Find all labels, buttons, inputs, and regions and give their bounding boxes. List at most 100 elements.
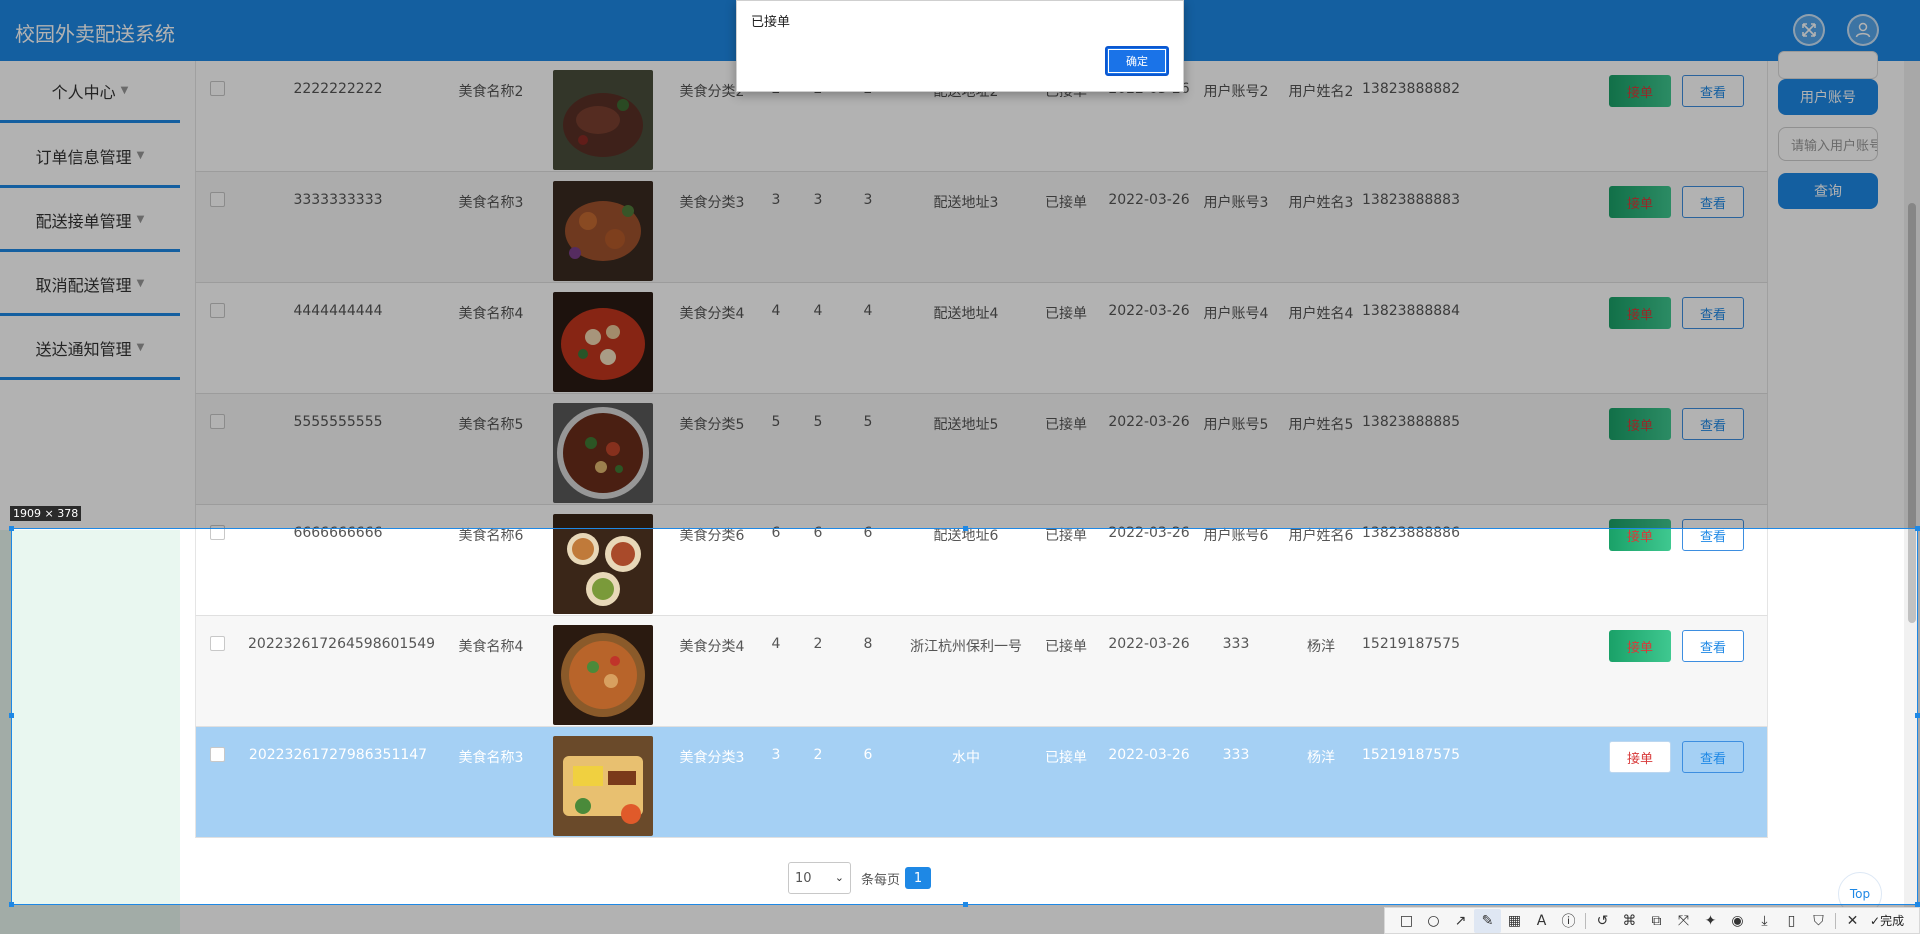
food-image [553, 403, 653, 503]
number-icon[interactable]: ⓘ [1555, 909, 1582, 933]
user-avatar-button[interactable] [1847, 14, 1879, 46]
cell-total: 5 [863, 414, 873, 430]
row-checkbox[interactable] [210, 192, 225, 207]
user-account-input[interactable]: 请输入用户账号 [1778, 127, 1878, 161]
cell-price: 6 [813, 525, 823, 541]
check-icon: ✓ [1870, 913, 1881, 928]
accept-button[interactable]: 接单 [1609, 741, 1671, 773]
sidebar-item-delivery-accept[interactable]: 配送接单管理 ▼ [0, 190, 180, 252]
sidebar-item-order-info[interactable]: 订单信息管理 ▼ [0, 126, 180, 188]
cell-address: 配送地址3 [933, 195, 999, 211]
fullscreen-button[interactable] [1793, 14, 1825, 46]
resize-handle[interactable] [963, 526, 968, 531]
close-icon[interactable]: ✕ [1839, 909, 1866, 933]
sidebar-item-label: 送达通知管理 [35, 339, 132, 359]
pen-icon[interactable]: ✎ [1474, 908, 1501, 933]
cell-food-name: 美食名称3 [458, 750, 524, 766]
circle-icon[interactable]: ○ [1420, 909, 1447, 933]
row-checkbox[interactable] [210, 747, 225, 762]
selection-size-label: 1909 × 378 [10, 506, 82, 521]
rectangle-icon[interactable]: □ [1393, 909, 1420, 933]
cell-account: 用户账号2 [1203, 84, 1269, 100]
view-button[interactable]: 查看 [1682, 186, 1744, 218]
download-icon[interactable]: ⤓ [1751, 909, 1778, 933]
cell-price: 5 [813, 414, 823, 430]
accept-button[interactable]: 接单 [1609, 519, 1671, 551]
bookmark-icon[interactable]: ⛉ [1805, 909, 1832, 933]
view-button[interactable]: 查看 [1682, 297, 1744, 329]
table-row[interactable]: 4444444444 美食名称4 美食分类4 4 4 4 配送地址4 已接单 2… [195, 283, 1768, 394]
sidebar-item-cancel-delivery[interactable]: 取消配送管理 ▼ [0, 254, 180, 316]
save-icon[interactable]: ▯ [1778, 909, 1805, 933]
cell-quantity: 6 [771, 525, 781, 541]
accept-button[interactable]: 接单 [1609, 186, 1671, 218]
record-icon[interactable]: ◉ [1724, 909, 1751, 933]
ok-button[interactable]: 确定 [1105, 46, 1169, 76]
cell-price: 2 [813, 747, 823, 763]
chevron-down-icon: ⌄ [834, 871, 844, 884]
accept-button[interactable]: 接单 [1609, 297, 1671, 329]
cell-phone: 13823888886 [1362, 525, 1460, 541]
view-button[interactable]: 查看 [1682, 75, 1744, 107]
resize-handle[interactable] [1915, 526, 1920, 531]
cell-order-no: 3333333333 [293, 192, 383, 208]
query-button[interactable]: 查询 [1778, 173, 1878, 209]
table-row-selected[interactable]: 20223261727986351147 美食名称3 美食分类3 3 2 6 水… [195, 727, 1768, 838]
table-row[interactable]: 5555555555 美食名称5 美食分类5 5 5 5 配送地址5 已接单 2… [195, 394, 1768, 505]
table-row[interactable]: 6666666666 美食名称6 美食分类6 6 6 6 配送地址6 已接单 2… [195, 505, 1768, 616]
accept-button[interactable]: 接单 [1609, 630, 1671, 662]
cell-account: 用户账号6 [1203, 528, 1269, 544]
row-checkbox[interactable] [210, 303, 225, 318]
cell-user-name: 杨洋 [1307, 750, 1335, 766]
resize-handle[interactable] [9, 526, 14, 531]
cell-order-no: 2222222222 [293, 81, 383, 97]
view-button[interactable]: 查看 [1682, 741, 1744, 773]
row-checkbox[interactable] [210, 414, 225, 429]
table-row[interactable]: 202232617264598601549 美食名称4 美食分类4 4 2 8 … [195, 616, 1768, 727]
long-screenshot-icon[interactable]: ⤧ [1670, 909, 1697, 933]
accept-button[interactable]: 接单 [1609, 75, 1671, 107]
caret-down-icon: ▼ [136, 278, 145, 289]
cell-phone: 13823888884 [1362, 303, 1460, 319]
pin-icon[interactable]: ✦ [1697, 909, 1724, 933]
sidebar-item-delivery-notice[interactable]: 送达通知管理 ▼ [0, 318, 180, 380]
view-button[interactable]: 查看 [1682, 630, 1744, 662]
translate-icon[interactable]: ⧉ [1643, 909, 1670, 933]
view-button[interactable]: 查看 [1682, 408, 1744, 440]
sidebar-item-label: 个人中心 [51, 82, 116, 102]
mosaic-icon[interactable]: ▦ [1501, 909, 1528, 933]
sidebar-item-personal-center[interactable]: 个人中心 ▼ [0, 61, 180, 123]
cell-phone: 15219187575 [1362, 636, 1460, 652]
undo-icon[interactable]: ↺ [1589, 909, 1616, 933]
user-account-button[interactable]: 用户账号 [1778, 79, 1878, 115]
view-button[interactable]: 查看 [1682, 519, 1744, 551]
sidebar-background [0, 530, 180, 934]
page-scrollbar[interactable] [1904, 61, 1920, 934]
resize-handle[interactable] [9, 713, 14, 718]
cell-status: 已接单 [1045, 195, 1087, 211]
page-number-current[interactable]: 1 [905, 867, 932, 889]
cell-phone: 13823888883 [1362, 192, 1460, 208]
cell-date: 2022-03-26 [1108, 303, 1190, 319]
cell-category: 美食分类4 [679, 639, 745, 655]
food-image [553, 625, 653, 725]
row-checkbox[interactable] [210, 81, 225, 96]
text-icon[interactable]: A [1528, 909, 1555, 933]
accept-button[interactable]: 接单 [1609, 408, 1671, 440]
row-checkbox[interactable] [210, 525, 225, 540]
done-button[interactable]: ✓ 完成 [1870, 912, 1904, 929]
resize-handle[interactable] [1915, 713, 1920, 718]
cell-total: 6 [863, 525, 873, 541]
row-checkbox[interactable] [210, 636, 225, 651]
search-field-partial[interactable] [1778, 51, 1878, 79]
table-row[interactable]: 3333333333 美食名称3 美食分类3 3 3 3 配送地址3 已接单 2… [195, 172, 1768, 283]
ocr-icon[interactable]: ⌘ [1616, 909, 1643, 933]
resize-handle[interactable] [963, 902, 968, 907]
pagination: 10 ⌄ 条每页 1 [788, 862, 932, 894]
cell-user-name: 杨洋 [1307, 639, 1335, 655]
caret-down-icon: ▼ [120, 85, 129, 96]
scrollbar-thumb[interactable] [1908, 203, 1916, 623]
arrow-icon[interactable]: ↗ [1447, 909, 1474, 933]
page-size-select[interactable]: 10 ⌄ [788, 862, 851, 894]
resize-handle[interactable] [9, 902, 14, 907]
